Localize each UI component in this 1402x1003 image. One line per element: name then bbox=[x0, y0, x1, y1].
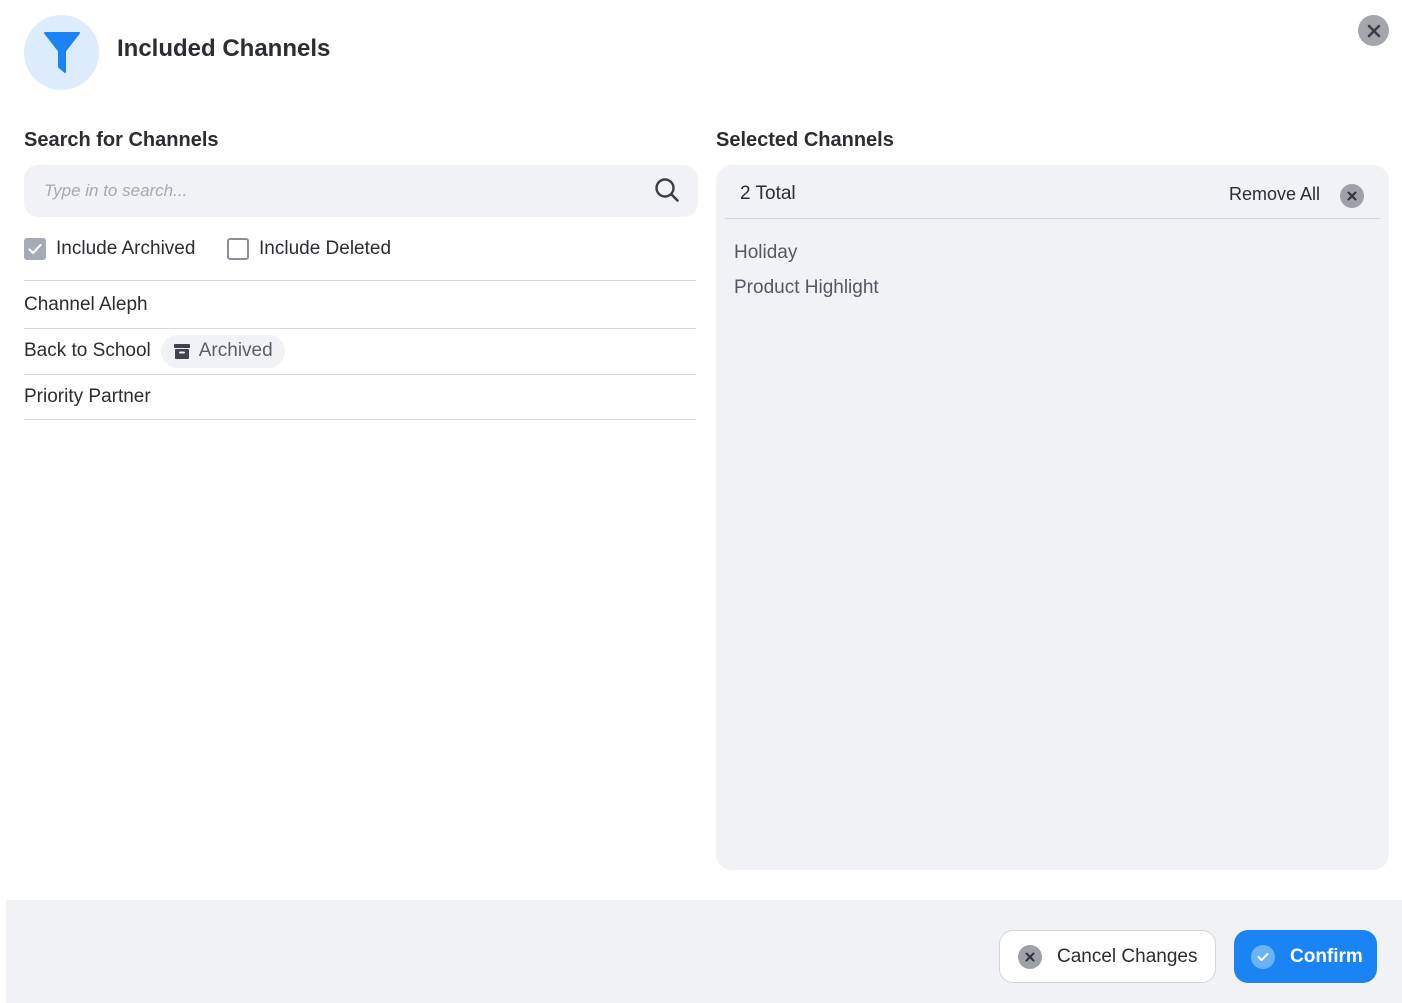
channel-name: Channel Aleph bbox=[24, 294, 148, 315]
check-icon bbox=[1251, 944, 1275, 969]
checkbox-unchecked-icon bbox=[227, 238, 249, 260]
archived-badge: Archived bbox=[160, 334, 285, 368]
include-archived-label: Include Archived bbox=[56, 238, 196, 259]
archive-box-icon bbox=[173, 343, 191, 360]
search-input[interactable] bbox=[44, 165, 644, 217]
search-box bbox=[24, 165, 698, 217]
selected-section-label: Selected Channels bbox=[716, 129, 894, 151]
divider bbox=[725, 218, 1380, 219]
list-item-priority-partner[interactable]: Priority Partner bbox=[24, 374, 696, 420]
divider bbox=[24, 419, 696, 420]
close-button[interactable] bbox=[1358, 15, 1389, 46]
list-item-channel-aleph[interactable]: Channel Aleph bbox=[24, 282, 696, 328]
cancel-label: Cancel Changes bbox=[1057, 945, 1198, 967]
channel-name: Back to School bbox=[24, 340, 151, 361]
filter-icon bbox=[24, 15, 99, 90]
badge-label: Archived bbox=[198, 340, 273, 361]
channel-name: Priority Partner bbox=[24, 386, 151, 407]
selected-item-holiday[interactable]: Holiday bbox=[734, 242, 797, 264]
close-icon bbox=[1367, 24, 1380, 37]
selected-channels-panel bbox=[716, 165, 1389, 870]
confirm-button[interactable]: Confirm bbox=[1234, 930, 1377, 983]
remove-all-button[interactable]: Remove All bbox=[1229, 184, 1320, 205]
include-archived-checkbox[interactable]: Include Archived bbox=[24, 237, 195, 261]
confirm-label: Confirm bbox=[1290, 945, 1363, 967]
cancel-icon bbox=[1018, 944, 1042, 969]
search-section-label: Search for Channels bbox=[24, 129, 219, 151]
dialog-title: Included Channels bbox=[117, 35, 331, 62]
selected-total: 2 Total bbox=[740, 183, 796, 204]
include-deleted-label: Include Deleted bbox=[259, 238, 392, 259]
divider bbox=[24, 280, 696, 281]
cancel-changes-button[interactable]: Cancel Changes bbox=[999, 930, 1216, 983]
search-icon[interactable] bbox=[654, 177, 680, 203]
list-item-back-to-school[interactable]: Back to School Archived bbox=[24, 328, 696, 374]
selected-item-product-highlight[interactable]: Product Highlight bbox=[734, 277, 879, 299]
remove-all-icon[interactable] bbox=[1340, 184, 1364, 208]
include-deleted-checkbox[interactable]: Include Deleted bbox=[227, 237, 391, 261]
checkbox-checked-icon bbox=[24, 238, 46, 260]
